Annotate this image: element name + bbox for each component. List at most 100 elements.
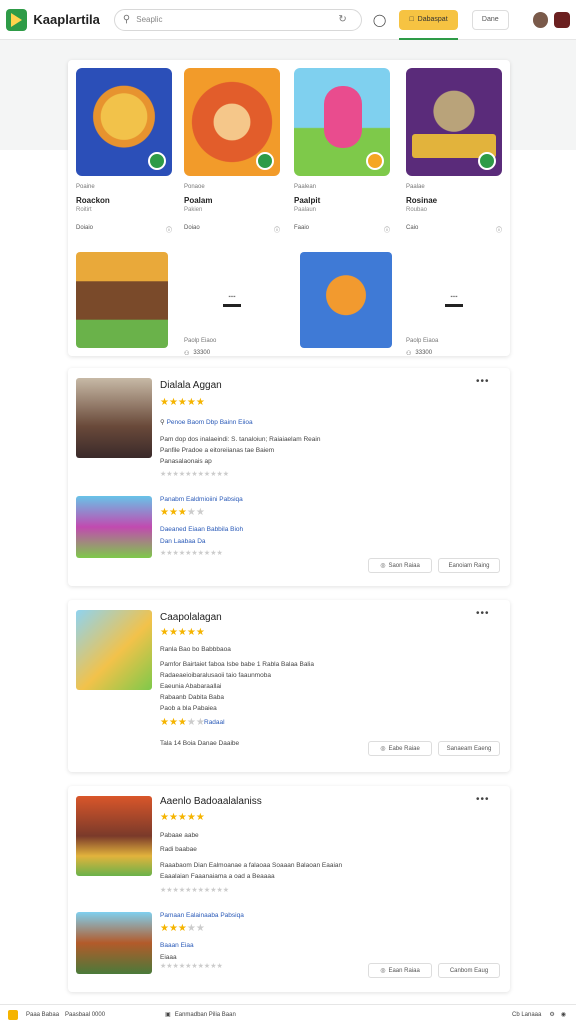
play-badge-icon[interactable] [256, 152, 274, 170]
game-sub: Pakien [184, 207, 203, 213]
game-meta: ⚇ 33300 [184, 350, 280, 357]
footer-left-2[interactable]: Paasbaal 0000 [65, 1012, 105, 1018]
search-icon: ⚲ [122, 14, 131, 25]
settings-icon[interactable]: ⚙ [549, 1011, 554, 1018]
footer-right[interactable]: Cb Lanaaa [512, 1012, 541, 1018]
game-label: Paalean [294, 184, 317, 190]
game-thumbnail[interactable] [294, 68, 390, 176]
play-badge-icon[interactable] [478, 152, 496, 170]
review-thumbnail[interactable] [76, 378, 152, 458]
profile-badge[interactable] [554, 11, 570, 28]
game-meta: Faaio ⓘ [294, 225, 390, 234]
app-title[interactable]: Kaaplartila [33, 12, 99, 27]
games-grid-card: Poaine Roackon Roitirt Doiaio ⓘ Ponaoe P… [68, 60, 510, 357]
secondary-button[interactable]: Dane [471, 9, 509, 30]
globe-icon: ◎ [380, 746, 386, 752]
game-sub: Roitirt [76, 207, 92, 213]
game-card[interactable]: Paalae Rosinae Roubao Caio ⓘ [406, 68, 502, 234]
rating-stars: ★★★★★ [160, 507, 205, 518]
people-icon: ⚇ [406, 351, 412, 357]
rating-stars: ★★★★★ [160, 923, 205, 934]
review-line: ⚲ Penoe Baom Dbp Bainn Eiioa [160, 419, 253, 426]
review-line: Eaeunia Ababaraallai [160, 683, 222, 690]
primary-button[interactable]: □ Dabaspat [399, 9, 459, 40]
game-name[interactable]: Paalpit [294, 196, 390, 205]
action-button-2[interactable]: Eanoiam Raing [438, 558, 500, 573]
more-options-icon[interactable]: ••• [476, 794, 490, 805]
review-title[interactable]: Aaenlo Badoaalalaniss [160, 796, 262, 807]
game-card[interactable]: Poaine Roackon Roitirt Doiaio ⓘ [76, 68, 172, 234]
review-line: Eaaalaian Faaanaiama a oad a Beaaaa [160, 873, 275, 880]
rating-stars: ★★★★★ [160, 812, 205, 823]
footer-logo-icon[interactable] [8, 1009, 18, 1020]
info-icon[interactable]: ⓘ [166, 225, 172, 234]
rating-stars: ★★★★★ [160, 397, 205, 408]
refresh-icon[interactable]: ↻ [338, 14, 346, 25]
people-icon: ⚇ [184, 351, 190, 357]
user-avatar[interactable] [532, 11, 549, 28]
footer-center[interactable]: Eanmadban Pilia Baan [175, 1012, 236, 1018]
game-meta-text: Caio [406, 225, 419, 231]
more-options-icon[interactable]: ••• [476, 608, 490, 619]
action-button-1[interactable]: ◎ Eaan Raiaa [368, 963, 432, 978]
sub-review-thumbnail[interactable] [76, 912, 152, 974]
user-icon[interactable]: ◉ [561, 1011, 566, 1018]
review-line: Dan Laabaa Da [160, 538, 206, 545]
review-thumbnail[interactable] [76, 796, 152, 876]
game-placeholder[interactable]: ▪▪▪▪ [406, 252, 502, 348]
placeholder-label: ▪▪▪▪ [450, 293, 458, 300]
game-meta: Doiao ⓘ [184, 225, 280, 234]
game-thumbnail[interactable] [300, 252, 392, 348]
game-card[interactable]: Ponaoe Poalam Pakien Doiao ⓘ [184, 68, 280, 234]
game-meta: ⚇ 33300 [406, 350, 502, 357]
character-shape [324, 86, 362, 148]
search-input[interactable]: ⚲ Seaplic ↻ [113, 8, 362, 31]
game-label: Poaine [76, 184, 95, 190]
game-card[interactable]: ▪▪▪▪ Paolp Eiaoa ⚇ 33300 [406, 252, 502, 357]
game-card[interactable] [76, 252, 172, 348]
review-title[interactable]: Dialala Aggan [160, 380, 222, 391]
play-badge-icon[interactable] [366, 152, 384, 170]
game-name[interactable]: Poalam [184, 196, 280, 205]
game-meta: Doiaio ⓘ [76, 225, 172, 234]
action-button-1[interactable]: ◎ Saon Raiaa [368, 558, 432, 573]
info-icon[interactable]: ⓘ [496, 225, 502, 234]
game-sub: Paalaun [294, 207, 317, 213]
game-thumbnail[interactable] [184, 68, 280, 176]
game-name[interactable]: Rosinae [406, 196, 502, 205]
action-button-2[interactable]: Canbom Eaug [438, 963, 500, 978]
info-icon[interactable]: ⓘ [274, 225, 280, 234]
app-logo-icon[interactable] [6, 8, 28, 31]
action-button-2[interactable]: Sanaeam Eaeng [438, 741, 500, 756]
game-thumbnail[interactable] [406, 68, 502, 176]
game-meta-text: 33300 [415, 350, 433, 356]
game-label: Paalae [406, 184, 425, 190]
game-card[interactable] [300, 252, 396, 348]
game-placeholder[interactable]: ▪▪▪▪ [184, 252, 280, 348]
action-button-1[interactable]: ◎ Eabe Raiae [368, 741, 432, 756]
review-thumbnail[interactable] [76, 610, 152, 690]
review-footer-text: Tala 14 Boia Danae Daaibe [160, 740, 240, 747]
more-options-icon[interactable]: ••• [476, 376, 490, 387]
game-label: Paolp Eiaoa [406, 338, 439, 344]
placeholder-bar [445, 303, 463, 307]
notifications-icon[interactable]: ◯ [372, 12, 388, 28]
footer-left[interactable]: Paaa Babaa [26, 1012, 59, 1018]
review-title[interactable]: Caapolalagan [160, 612, 222, 623]
game-thumbnail[interactable] [76, 68, 172, 176]
game-meta-text: Doiaio [76, 225, 94, 231]
game-card[interactable]: Paalean Paalpit Paalaun Faaio ⓘ [294, 68, 390, 234]
rating-stars-small: ★★★★★★★★★★★ [160, 887, 230, 894]
search-placeholder: Seaplic [136, 15, 163, 24]
sub-review-thumbnail[interactable] [76, 496, 152, 558]
info-icon[interactable]: ⓘ [384, 225, 390, 234]
game-thumbnail[interactable] [76, 252, 168, 348]
game-card[interactable]: ▪▪▪▪ Paolp Eiaoo ⚇ 33300 [184, 252, 280, 357]
game-meta: Caio ⓘ [406, 225, 502, 234]
play-badge-icon[interactable] [148, 152, 166, 170]
sub-review-title[interactable]: Panabm Ealdmioiini Pabsiqa [160, 496, 243, 503]
sub-review-title[interactable]: Pamaan Ealainaaba Pabsiqa [160, 912, 244, 919]
review-line: Baaan Eiaa [160, 942, 194, 949]
game-name[interactable]: Roackon [76, 196, 172, 205]
footer-bar: Paaa Babaa Paasbaal 0000 ▣ Eanmadban Pil… [0, 1004, 576, 1024]
